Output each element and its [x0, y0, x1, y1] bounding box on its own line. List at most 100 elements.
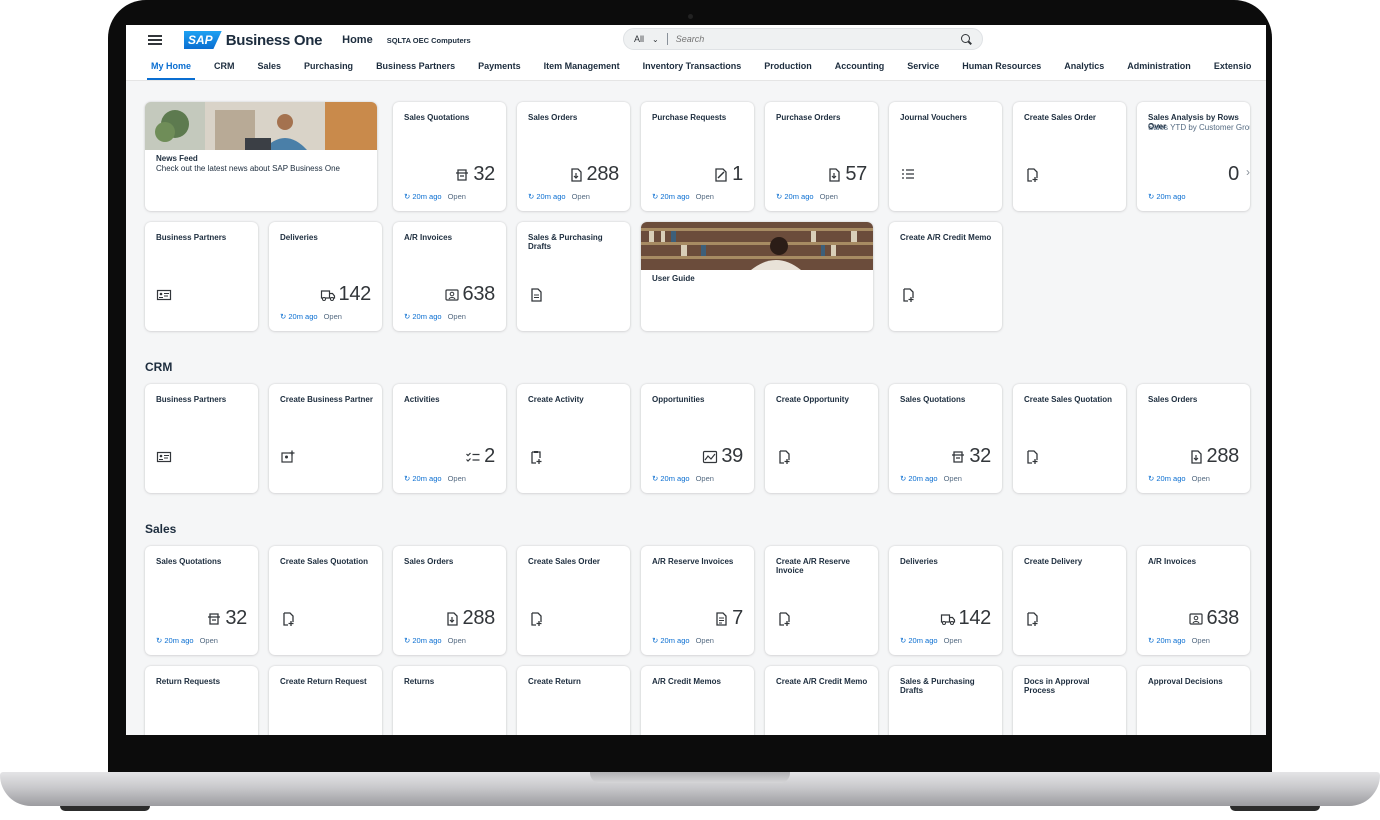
- tile-sales-orders[interactable]: Sales Orders 288 ↻ 20m ago Open: [517, 102, 630, 211]
- tile-sales-and-purchasing-drafts[interactable]: Sales & Purchasing Drafts: [889, 666, 1002, 735]
- kpi-value: 638: [1206, 607, 1240, 629]
- tile-title: Sales Quotations: [404, 113, 470, 122]
- tile-deliveries[interactable]: Deliveries 142 ↻ 20m ago Open: [889, 546, 1002, 655]
- tile-create-delivery[interactable]: Create Delivery: [1013, 546, 1126, 655]
- tile-sales-quotations[interactable]: Sales Quotations 32 ↻ 20m ago Open: [145, 546, 258, 655]
- tile-return-requests[interactable]: Return Requests: [145, 666, 258, 735]
- tile-footer: ↻ 20m ago Open: [528, 192, 590, 201]
- tab-item-management[interactable]: Item Management: [544, 61, 620, 80]
- tile-a-r-credit-memos[interactable]: A/R Credit Memos: [641, 666, 754, 735]
- tile-create-business-partner[interactable]: Create Business Partner: [269, 384, 382, 493]
- tile-status: Open: [943, 636, 962, 645]
- sap-logo[interactable]: SAP: [184, 31, 222, 49]
- tile-journal-vouchers[interactable]: Journal Vouchers: [889, 102, 1002, 211]
- tile-user-guide[interactable]: User Guide: [641, 222, 873, 331]
- tab-accounting[interactable]: Accounting: [835, 61, 885, 80]
- search-icon[interactable]: [961, 33, 972, 45]
- section-title-crm: CRM: [145, 360, 173, 374]
- tile-create-sales-quotation[interactable]: Create Sales Quotation: [269, 546, 382, 655]
- tile-title: Sales Quotations: [900, 395, 966, 404]
- tile-title: Sales & Purchasing Drafts: [900, 677, 975, 695]
- tile-kpi: 142: [940, 607, 991, 630]
- tile-create-a-r-reserve-invoice[interactable]: Create A/R Reserve Invoice: [765, 546, 878, 655]
- tile-sales-and-purchasing-drafts[interactable]: Sales & Purchasing Drafts: [517, 222, 630, 331]
- laptop-notch: [590, 772, 790, 783]
- tab-service[interactable]: Service: [907, 61, 939, 80]
- chevron-down-icon[interactable]: ⌄: [652, 35, 659, 44]
- tile-status: Open: [323, 312, 342, 321]
- tab-analytics[interactable]: Analytics: [1064, 61, 1104, 80]
- tile-title: Approval Decisions: [1148, 677, 1223, 686]
- tab-my-home[interactable]: My Home: [146, 61, 196, 80]
- tile-icon: [1024, 448, 1040, 466]
- search-input[interactable]: [675, 34, 961, 44]
- home-link[interactable]: Home: [342, 34, 373, 46]
- tile-activities[interactable]: Activities 2 ↻ 20m ago Open: [393, 384, 506, 493]
- tile-footer: ↻ 20m ago Open: [156, 636, 218, 645]
- tile-create-a-r-credit-memo[interactable]: Create A/R Credit Memo: [889, 222, 1002, 331]
- tile-purchase-requests[interactable]: Purchase Requests 1 ↻ 20m ago Open: [641, 102, 754, 211]
- tile-purchase-orders[interactable]: Purchase Orders 57 ↻ 20m ago Open: [765, 102, 878, 211]
- laptop-foot-left: [60, 806, 150, 811]
- tile-icon: [156, 448, 172, 466]
- tile-a-r-invoices[interactable]: A/R Invoices 638 ↻ 20m ago Open: [393, 222, 506, 331]
- tile-create-sales-quotation[interactable]: Create Sales Quotation: [1013, 384, 1126, 493]
- tab-production[interactable]: Production: [764, 61, 812, 80]
- kpi-value: 57: [845, 163, 867, 185]
- tile-business-partners[interactable]: Business Partners: [145, 384, 258, 493]
- tile-opportunities[interactable]: Opportunities 39 ↻ 20m ago Open: [641, 384, 754, 493]
- tile-a-r-reserve-invoices[interactable]: A/R Reserve Invoices 7 ↻ 20m ago Open: [641, 546, 754, 655]
- search-scope-select[interactable]: All: [634, 34, 644, 44]
- tab-purchasing[interactable]: Purchasing: [304, 61, 353, 80]
- tile-sales-analysis-by-rows-over[interactable]: Sales Analysis by Rows Over Sales YTD by …: [1137, 102, 1250, 211]
- tile-sales-orders[interactable]: Sales Orders 288 ↻ 20m ago Open: [393, 546, 506, 655]
- tile-create-opportunity[interactable]: Create Opportunity: [765, 384, 878, 493]
- tile-news-feed[interactable]: News Feed Check out the latest news about…: [145, 102, 377, 211]
- tile-footer: ↻ 20m ago Open: [900, 474, 962, 483]
- tile-docs-in-approval-process[interactable]: Docs in Approval Process: [1013, 666, 1126, 735]
- customer-invoice-icon: [1188, 611, 1204, 627]
- company-name: SQLTA OEC Computers: [386, 35, 471, 45]
- tile-title: Sales Orders: [1148, 395, 1198, 404]
- tile-create-activity[interactable]: Create Activity: [517, 384, 630, 493]
- refresh-label: 20m ago: [784, 192, 814, 201]
- tile-icon: [528, 448, 544, 466]
- tab-inventory-transactions[interactable]: Inventory Transactions: [643, 61, 742, 80]
- tab-payments[interactable]: Payments: [478, 61, 521, 80]
- hamburger-menu-icon[interactable]: [148, 35, 162, 45]
- tile-kpi: 1: [713, 163, 743, 186]
- tile-approval-decisions[interactable]: Approval Decisions: [1137, 666, 1250, 735]
- tile-title: Sales & Purchasing Drafts: [528, 233, 603, 251]
- tab-administration[interactable]: Administration: [1127, 61, 1191, 80]
- section-title-sales: Sales: [145, 522, 177, 536]
- chevron-right-icon[interactable]: ›: [1246, 165, 1250, 179]
- tile-returns[interactable]: Returns: [393, 666, 506, 735]
- tile-footer: ↻ 20m ago: [1148, 192, 1186, 201]
- tile-create-return[interactable]: Create Return: [517, 666, 630, 735]
- business-card-icon: [156, 449, 172, 465]
- tile-sales-quotations[interactable]: Sales Quotations 32 ↻ 20m ago Open: [393, 102, 506, 211]
- tab-human-resources[interactable]: Human Resources: [962, 61, 1041, 80]
- tab-extensions[interactable]: Extensio: [1214, 61, 1252, 80]
- tile-footer: ↻ 20m ago Open: [900, 636, 962, 645]
- tile-kpi: 0: [1228, 163, 1239, 186]
- tile-sales-quotations[interactable]: Sales Quotations 32 ↻ 20m ago Open: [889, 384, 1002, 493]
- tab-business-partners[interactable]: Business Partners: [376, 61, 455, 80]
- tile-create-return-request[interactable]: Create Return Request: [269, 666, 382, 735]
- tile-footer: ↻ 20m ago Open: [404, 636, 466, 645]
- tile-business-partners[interactable]: Business Partners: [145, 222, 258, 331]
- tile-create-sales-order[interactable]: Create Sales Order: [517, 546, 630, 655]
- tile-create-sales-order[interactable]: Create Sales Order: [1013, 102, 1126, 211]
- tile-icon: [280, 448, 296, 466]
- tile-title: Create A/R Reserve Invoice: [776, 557, 850, 575]
- tab-sales[interactable]: Sales: [258, 61, 282, 80]
- tab-crm[interactable]: CRM: [214, 61, 235, 80]
- tile-title: Journal Vouchers: [900, 113, 967, 122]
- create-document-icon: [1024, 611, 1040, 627]
- tile-a-r-invoices[interactable]: A/R Invoices 638 ↻ 20m ago Open: [1137, 546, 1250, 655]
- tile-create-a-r-credit-memo[interactable]: Create A/R Credit Memo: [765, 666, 878, 735]
- kpi-value: 39: [721, 445, 743, 467]
- refresh-time: ↻ 20m ago: [404, 474, 442, 483]
- tile-sales-orders[interactable]: Sales Orders 288 ↻ 20m ago Open: [1137, 384, 1250, 493]
- tile-deliveries[interactable]: Deliveries 142 ↻ 20m ago Open: [269, 222, 382, 331]
